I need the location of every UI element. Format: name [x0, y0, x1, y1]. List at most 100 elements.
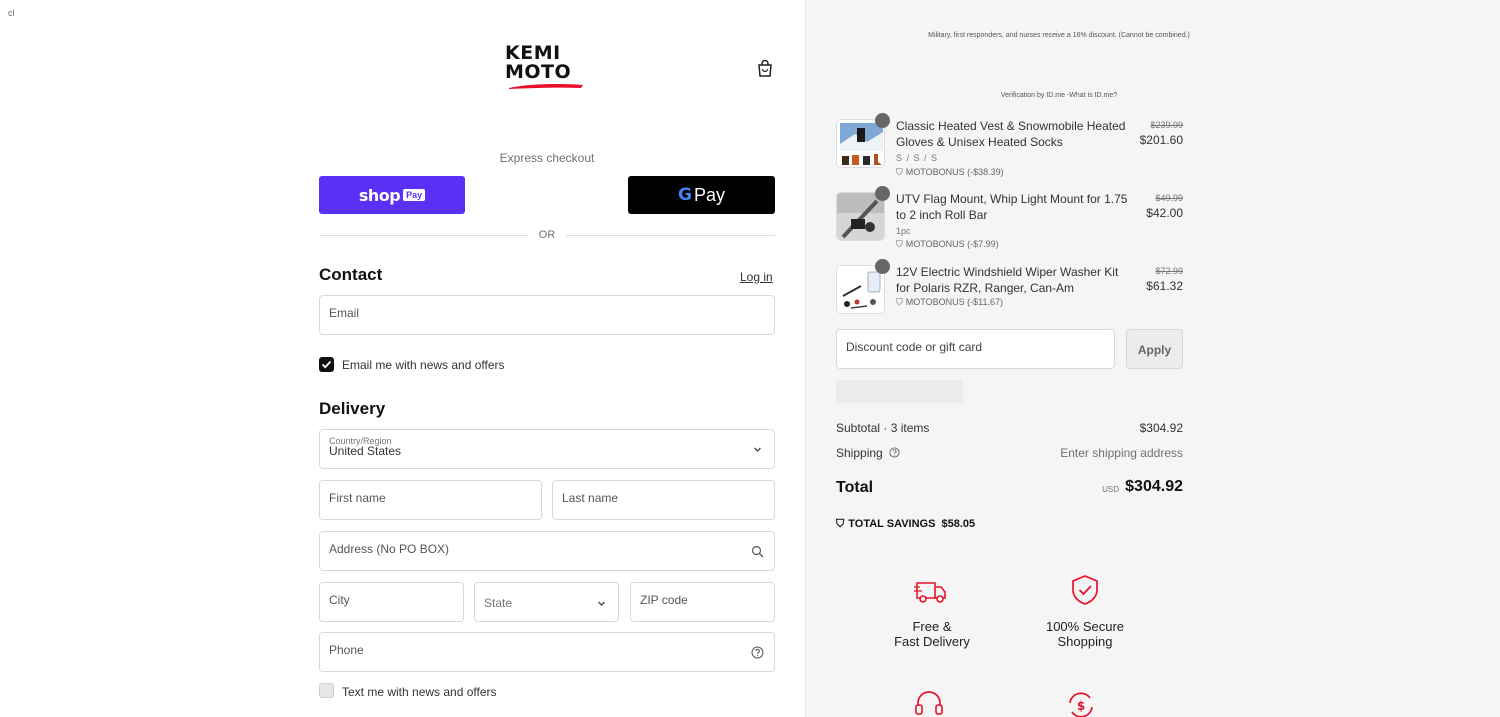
item-variant: 1pc [896, 226, 911, 236]
total-savings: ⛉ TOTAL SAVINGS $58.05 [836, 518, 975, 531]
apply-button[interactable]: Apply [1126, 329, 1183, 369]
item-old-price: $49.99 [1155, 193, 1183, 203]
delivery-heading: Delivery [319, 399, 386, 418]
feature-line-1: Free & [912, 619, 952, 634]
item-discount-text: MOTOBONUS (-$7.99) [905, 239, 999, 249]
country-select[interactable]: Country/Region United States [319, 429, 775, 469]
zip-placeholder: ZIP code [640, 593, 688, 607]
item-discount-text: MOTOBONUS (-$11.67) [905, 297, 1003, 307]
google-pay-button[interactable]: G Pay [628, 176, 775, 214]
tag-icon: ⛉ [896, 239, 903, 249]
search-icon[interactable] [751, 545, 764, 558]
discount-code-placeholder: Discount code or gift card [846, 340, 983, 354]
total-label: Total [836, 479, 874, 496]
checkout-form-panel: cl KEMI MOTO Express checkout shop Pay G… [0, 0, 805, 717]
logo-swoosh [509, 84, 583, 89]
tag-icon: ⛉ [896, 167, 903, 177]
address-placeholder: Address (No PO BOX) [329, 542, 450, 556]
item-price: $42.00 [1146, 206, 1183, 220]
savings-label: TOTAL SAVINGS [848, 518, 936, 530]
tag-icon: ⛉ [896, 297, 903, 307]
sms-checkbox[interactable] [319, 683, 334, 698]
shop-pay-shop-text: shop [358, 185, 401, 205]
item-name: Classic Heated Vest & Snowmobile Heated … [896, 119, 1126, 149]
email-placeholder: Email [329, 306, 360, 320]
chevron-down-icon [598, 601, 605, 606]
shipping-row: Shipping Enter shipping address [836, 446, 1183, 460]
chevron-down-icon [754, 447, 761, 452]
quantity-badge [875, 113, 890, 128]
idme-verification-link[interactable]: Verification by ID.me -What is ID.me? [826, 92, 1292, 99]
shield-check-icon [1072, 575, 1098, 605]
quantity-badge [875, 186, 890, 201]
country-value: United States [329, 444, 402, 458]
subtotal-label: Subtotal · 3 items [836, 421, 930, 435]
newsletter-checkbox[interactable] [319, 357, 334, 372]
shop-pay-button[interactable]: shop Pay [319, 176, 465, 214]
subtotal-value: $304.92 [1139, 421, 1183, 435]
google-g-icon: G [678, 185, 692, 205]
last-name-field[interactable]: Last name [552, 480, 775, 520]
state-placeholder: State [484, 596, 513, 610]
city-field[interactable]: City [319, 582, 464, 622]
item-variant: S / S / S [896, 153, 939, 163]
google-pay-text: Pay [693, 184, 725, 205]
item-discount: ⛉ MOTOBONUS (-$38.39) [896, 167, 1004, 178]
feature-line-2: Shopping [1057, 634, 1113, 649]
express-checkout-label: Express checkout [499, 151, 595, 165]
item-price: $61.32 [1146, 279, 1183, 293]
discount-code-input[interactable]: Discount code or gift card [836, 329, 1115, 369]
email-field[interactable]: Email [319, 295, 775, 335]
corner-mark: cl [8, 8, 15, 18]
cart-line-item: 12V Electric Windshield Wiper Washer Kit… [836, 259, 1183, 324]
shipping-label: Shipping [836, 446, 883, 460]
contact-heading: Contact [319, 265, 383, 284]
zip-field[interactable]: ZIP code [630, 582, 775, 622]
city-placeholder: City [329, 593, 350, 607]
feature-free-delivery: Free & Fast Delivery [872, 619, 992, 649]
cart-icon[interactable] [757, 59, 773, 78]
cart-line-item: Classic Heated Vest & Snowmobile Heated … [836, 113, 1183, 178]
item-old-price: $239.99 [1150, 120, 1183, 130]
help-circle-icon[interactable] [889, 447, 900, 458]
quantity-badge [875, 259, 890, 274]
shop-pay-pay-badge: Pay [403, 189, 426, 201]
order-summary-panel: Military, first responders, and nurses r… [805, 0, 1500, 717]
shipping-value: Enter shipping address [1060, 446, 1183, 460]
money-back-icon: $ [1069, 692, 1093, 717]
state-select[interactable]: State [474, 582, 619, 622]
last-name-placeholder: Last name [562, 491, 619, 505]
item-price: $201.60 [1139, 133, 1183, 147]
item-name: 12V Electric Windshield Wiper Washer Kit… [896, 265, 1119, 295]
address-field[interactable]: Address (No PO BOX) [319, 531, 775, 571]
currency-code: USD [1102, 485, 1119, 494]
logo-line-2: MOTO [505, 61, 572, 83]
feature-line-1: 100% Secure [1045, 619, 1125, 634]
or-text: OR [528, 229, 566, 241]
loading-placeholder [836, 380, 963, 403]
item-discount: ⛉ MOTOBONUS (-$11.67) [896, 297, 1003, 308]
truck-icon [914, 582, 946, 603]
newsletter-label: Email me with news and offers [342, 358, 505, 372]
feature-line-2: Fast Delivery [894, 634, 970, 649]
log-in-link[interactable]: Log in [740, 270, 773, 284]
checkmark-icon [321, 360, 332, 369]
item-discount: ⛉ MOTOBONUS (-$7.99) [896, 239, 999, 250]
first-name-field[interactable]: First name [319, 480, 542, 520]
item-old-price: $72.99 [1155, 266, 1183, 276]
total-value: $304.92 [1125, 478, 1183, 495]
cart-line-item: UTV Flag Mount, Whip Light Mount for 1.7… [836, 186, 1183, 251]
kemimoto-logo[interactable]: KEMI MOTO [505, 44, 589, 94]
svg-text:$: $ [1077, 699, 1085, 713]
item-name: UTV Flag Mount, Whip Light Mount for 1.7… [896, 192, 1128, 222]
subtotal-row: Subtotal · 3 items $304.92 [836, 421, 1183, 435]
military-discount-notice: Military, first responders, and nurses r… [928, 32, 1190, 39]
headset-icon [915, 691, 943, 715]
phone-field[interactable]: Phone [319, 632, 775, 672]
item-discount-text: MOTOBONUS (-$38.39) [905, 167, 1004, 177]
help-circle-icon[interactable] [751, 646, 764, 659]
sms-label: Text me with news and offers [342, 685, 497, 699]
phone-placeholder: Phone [329, 643, 364, 657]
tag-icon: ⛉ [836, 518, 845, 530]
first-name-placeholder: First name [329, 491, 386, 505]
